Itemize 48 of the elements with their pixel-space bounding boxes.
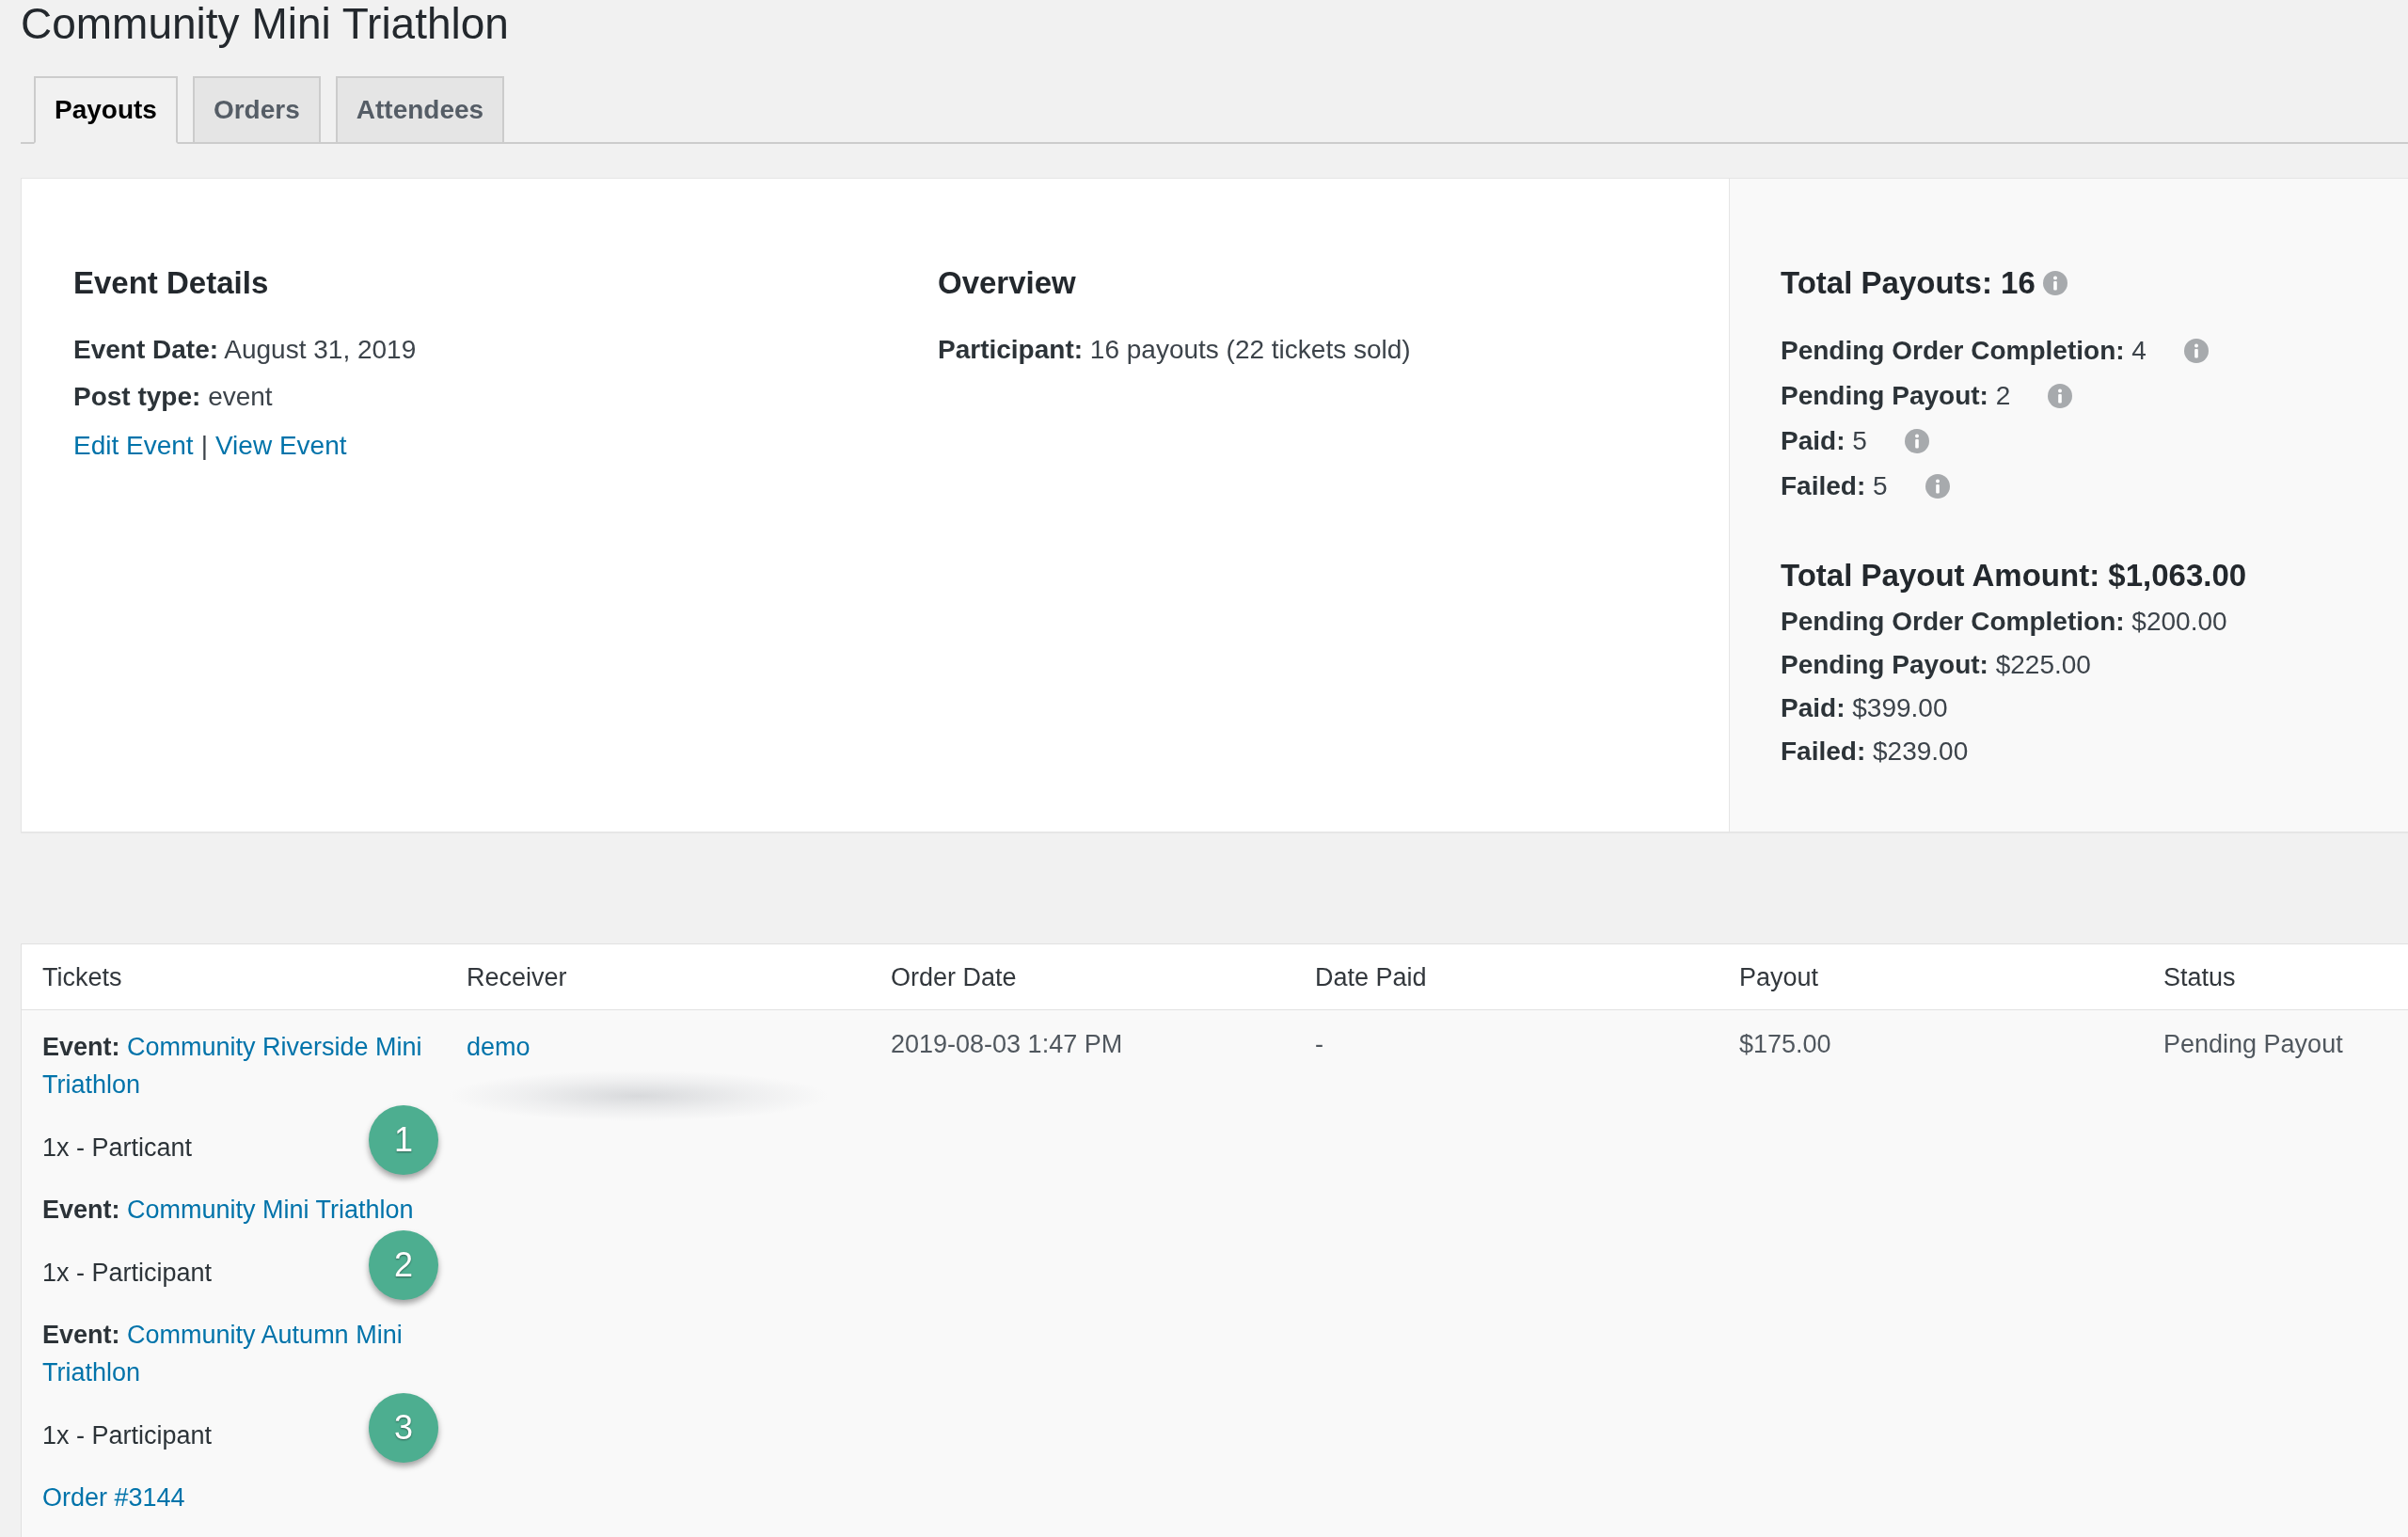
payout-amount: Pending Payout: $225.00 <box>1781 649 2091 681</box>
status-text: Pending Payout <box>2163 1029 2343 1060</box>
event-link[interactable]: Edit Event <box>73 427 194 465</box>
ticket-quantity: 1x - Participant <box>42 1421 213 1450</box>
payout-count: Failed: 5 <box>1781 470 1888 502</box>
section-heading: Total Payouts: 16 <box>1781 264 2036 302</box>
tab[interactable]: Orders <box>192 76 321 144</box>
section-heading: Event Details <box>73 264 269 302</box>
ticket-event-line[interactable]: Event: Community Autumn Mini Triathlon <box>42 1316 436 1391</box>
info-icon[interactable] <box>2048 384 2073 408</box>
ticket-quantity: 1x - Participant <box>42 1259 213 1287</box>
step-marker: 1 <box>369 1105 438 1175</box>
payout-amount: Paid: $399.00 <box>1781 692 1948 724</box>
order-link[interactable]: Order #3144 <box>42 1479 185 1516</box>
payout-amount: Pending Order Completion: $200.00 <box>1781 606 2227 638</box>
column-heading: Order Date <box>891 962 1017 991</box>
section-heading: Total Payout Amount: $1,063.00 <box>1781 557 2247 594</box>
column-heading: Payout <box>1739 962 1819 991</box>
info-icon[interactable] <box>2183 339 2209 363</box>
step-marker: 3 <box>369 1393 438 1463</box>
column-heading: Receiver <box>467 962 567 991</box>
ticket-event-line[interactable]: Event: Community Riverside Mini Triathlon <box>42 1028 436 1103</box>
section-heading: Overview <box>938 264 1076 302</box>
payout-amount: Failed: $239.00 <box>1781 736 1969 768</box>
detail-line: Post type: event <box>73 381 273 413</box>
column-heading: Date Paid <box>1315 962 1427 991</box>
link-separator: | <box>200 430 208 462</box>
page-title: Community Mini Triathlon <box>21 0 509 47</box>
step-marker: 2 <box>369 1230 438 1300</box>
event-link[interactable]: View Event <box>214 427 347 465</box>
detail-line: Event Date: August 31, 2019 <box>73 334 417 366</box>
column-heading: Status <box>2163 962 2236 991</box>
ticket-quantity: 1x - Particant <box>42 1133 193 1162</box>
detail-line: Participant: 16 payouts (22 tickets sold) <box>938 334 1411 366</box>
order-date: 2019-08-03 1:47 PM <box>891 1029 1123 1060</box>
info-icon[interactable] <box>2042 271 2067 295</box>
payout-count: Pending Order Completion: 4 <box>1781 335 2147 367</box>
tab[interactable]: Payouts <box>34 76 178 144</box>
payout-value: $175.00 <box>1739 1029 1831 1060</box>
ticket-event-line[interactable]: Event: Community Mini Triathlon <box>42 1191 436 1228</box>
info-icon[interactable] <box>1925 474 1950 499</box>
date-paid: - <box>1315 1029 1323 1060</box>
payout-count: Pending Payout: 2 <box>1781 380 2011 412</box>
tab[interactable]: Attendees <box>335 76 505 144</box>
receiver-link[interactable]: demo <box>467 1028 531 1066</box>
payout-count: Paid: 5 <box>1781 425 1867 457</box>
column-heading: Tickets <box>42 962 122 991</box>
info-icon[interactable] <box>1904 429 1929 453</box>
